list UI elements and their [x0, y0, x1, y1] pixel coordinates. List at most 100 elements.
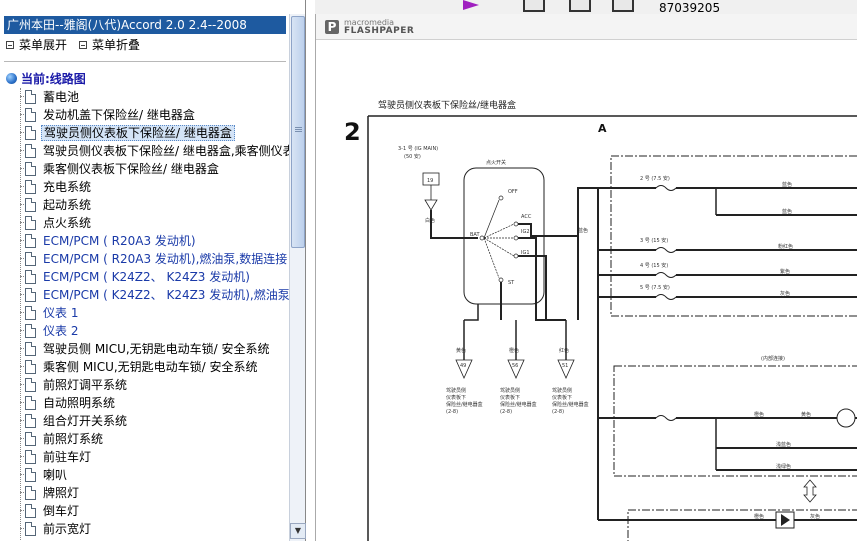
document-icon	[25, 162, 36, 176]
tree-item-label: ECM/PCM ( R20A3 发动机)	[43, 234, 196, 248]
left-scrollbar[interactable]: ▼	[289, 14, 306, 541]
tree-item-label: 乘客侧 MICU,无钥匙电动车锁/ 安全系统	[43, 360, 258, 374]
svg-text:浅蓝色: 浅蓝色	[776, 441, 791, 448]
tree-item[interactable]: 前示宽灯	[6, 520, 289, 538]
current-section[interactable]: 当前:线路图	[6, 70, 86, 87]
tree-item-label: 前驻车灯	[43, 450, 92, 464]
document-icon	[25, 144, 36, 158]
toolbar-button-3[interactable]	[612, 0, 634, 12]
current-section-label: 当前:线路图	[21, 72, 86, 86]
section-label: A	[598, 122, 607, 135]
tree-item-label: 驾驶员侧 MICU,无钥匙电动车锁/ 安全系统	[43, 342, 270, 356]
pos-ig2: IG2	[521, 229, 530, 235]
toolbar-button-1[interactable]	[523, 0, 545, 12]
svg-text:5 号 (7.5 安): 5 号 (7.5 安)	[640, 284, 670, 291]
tree-item-label: 前照灯调平系统	[43, 378, 128, 392]
diagram-heading: 驾驶员侧仪表板下保险丝/继电器盒	[378, 99, 516, 111]
svg-text:(2-8): (2-8)	[552, 409, 564, 415]
scrollbar-thumb[interactable]	[291, 16, 305, 248]
switch-title: 点火开关	[486, 159, 506, 166]
collapse-all-button[interactable]: 菜单折叠	[79, 38, 140, 52]
tree-item[interactable]: 乘客侧 MICU,无钥匙电动车锁/ 安全系统	[6, 358, 289, 376]
tree-item[interactable]: 前照灯调平系统	[6, 376, 289, 394]
tree-item[interactable]: 前照灯系统	[6, 430, 289, 448]
svg-text:驾驶员侧: 驾驶员侧	[446, 387, 466, 394]
svg-text:仪表板下: 仪表板下	[552, 394, 572, 401]
toolbar-button-2[interactable]	[569, 0, 591, 12]
tree-item[interactable]: 驾驶员侧 MICU,无钥匙电动车锁/ 安全系统	[6, 340, 289, 358]
tree-item[interactable]: ECM/PCM ( R20A3 发动机)	[6, 232, 289, 250]
ig-main-label: 3-1 号 (IG MAIN)	[398, 146, 438, 152]
svg-text:仪表板下: 仪表板下	[500, 394, 520, 401]
play-icon[interactable]	[463, 0, 479, 10]
tree-item-label: ECM/PCM ( K24Z2、 K24Z3 发动机)	[43, 270, 250, 284]
tree-item[interactable]: 仪表 1	[6, 304, 289, 322]
toolbar-strip: 87039205	[315, 0, 857, 14]
tree-item[interactable]: 驾驶员侧仪表板下保险丝/ 继电器盒	[6, 124, 289, 142]
svg-text:蓝色: 蓝色	[782, 208, 792, 215]
tree-item[interactable]: 充电系统	[6, 178, 289, 196]
tree-item[interactable]: 自动照明系统	[6, 394, 289, 412]
tree-item[interactable]: 蓄电池	[6, 88, 289, 106]
tree-item-label: ECM/PCM ( R20A3 发动机),燃油泵,数据连接	[43, 252, 288, 266]
document-icon	[25, 234, 36, 248]
svg-text:橙色: 橙色	[754, 411, 764, 418]
svg-text:仪表板下: 仪表板下	[446, 394, 466, 401]
tree-item-label: 组合灯开关系统	[43, 414, 128, 428]
document-title: 广州本田--雅阁(八代)Accord 2.0 2.4--2008	[4, 16, 286, 34]
tree-item[interactable]: 乘客侧仪表板下保险丝/ 继电器盒	[6, 160, 289, 178]
collapse-icon	[79, 41, 88, 49]
document-icon	[25, 504, 36, 518]
svg-text:驾驶员侧: 驾驶员侧	[500, 387, 520, 394]
tree-item[interactable]: 仪表 2	[6, 322, 289, 340]
svg-text:粉红色: 粉红色	[778, 243, 793, 250]
tree-item[interactable]: 牌照灯	[6, 484, 289, 502]
tree-item[interactable]: 驾驶员侧仪表板下保险丝/ 继电器盒,乘客侧仪表	[6, 142, 289, 160]
expand-all-button[interactable]: 菜单展开	[6, 38, 67, 52]
svg-text:保险丝/继电器盒: 保险丝/继电器盒	[552, 401, 589, 408]
tree-item[interactable]: 点火系统	[6, 214, 289, 232]
tree-list: 蓄电池发动机盖下保险丝/ 继电器盒驾驶员侧仪表板下保险丝/ 继电器盒驾驶员侧仪表…	[6, 88, 289, 541]
tree-item[interactable]: 发动机盖下保险丝/ 继电器盒	[6, 106, 289, 124]
tree-item[interactable]: ECM/PCM ( K24Z2、 K24Z3 发动机)	[6, 268, 289, 286]
connector-notes: 驾驶员侧 仪表板下 保险丝/继电器盒 (2-8) 驾驶员侧 仪表板下 保险丝/继…	[446, 387, 589, 415]
tree-item-label: 牌照灯	[43, 486, 80, 500]
tree-item-label: 起动系统	[43, 198, 92, 212]
svg-text:蓝色: 蓝色	[782, 181, 792, 188]
scroll-down-button[interactable]: ▼	[290, 523, 306, 539]
record-number: 87039205	[659, 1, 721, 14]
svg-text:灰色: 灰色	[810, 513, 820, 520]
chevron-down-icon: ▼	[294, 526, 302, 535]
tree-item-label: 点火系统	[43, 216, 92, 230]
svg-text:2 号 (7.5 安): 2 号 (7.5 安)	[640, 175, 670, 182]
document-viewer: P macromedia FLASHPAPER 驾驶员侧仪表板下保险丝/继电器盒…	[315, 14, 857, 541]
document-icon	[25, 288, 36, 302]
tree-item[interactable]: 前驻车灯	[6, 448, 289, 466]
document-icon	[25, 306, 36, 320]
document-icon	[25, 342, 36, 356]
document-icon	[25, 108, 36, 122]
globe-icon	[6, 73, 17, 84]
tree-item-label: 驾驶员侧仪表板下保险丝/ 继电器盒,乘客侧仪表	[43, 144, 289, 158]
grip-icon	[295, 127, 302, 128]
tree-item-label: 乘客侧仪表板下保险丝/ 继电器盒	[43, 162, 219, 176]
tree-item-label: 驾驶员侧仪表板下保险丝/ 继电器盒	[41, 125, 235, 141]
tree-item[interactable]: 起动系统	[6, 196, 289, 214]
tree-item-label: 前照灯系统	[43, 432, 104, 446]
pos-acc: ACC	[521, 214, 532, 220]
tree-item-label: 充电系统	[43, 180, 92, 194]
document-icon	[25, 450, 36, 464]
document-icon	[25, 270, 36, 284]
tree-item[interactable]: 倒车灯	[6, 502, 289, 520]
tree-item[interactable]: 喇叭	[6, 466, 289, 484]
document-icon	[25, 126, 36, 140]
tree-item[interactable]: ECM/PCM ( K24Z2、 K24Z3 发动机),燃油泵	[6, 286, 289, 304]
svg-text:保险丝/继电器盒: 保险丝/继电器盒	[500, 401, 537, 408]
document-icon	[25, 522, 36, 536]
tree-item-label: 前示宽灯	[43, 522, 92, 536]
tree-item-label: 发动机盖下保险丝/ 继电器盒	[43, 108, 195, 122]
tree-item[interactable]: ECM/PCM ( R20A3 发动机),燃油泵,数据连接	[6, 250, 289, 268]
menu-toggles: 菜单展开 菜单折叠	[6, 38, 140, 52]
tree-item[interactable]: 组合灯开关系统	[6, 412, 289, 430]
divider	[4, 61, 286, 62]
